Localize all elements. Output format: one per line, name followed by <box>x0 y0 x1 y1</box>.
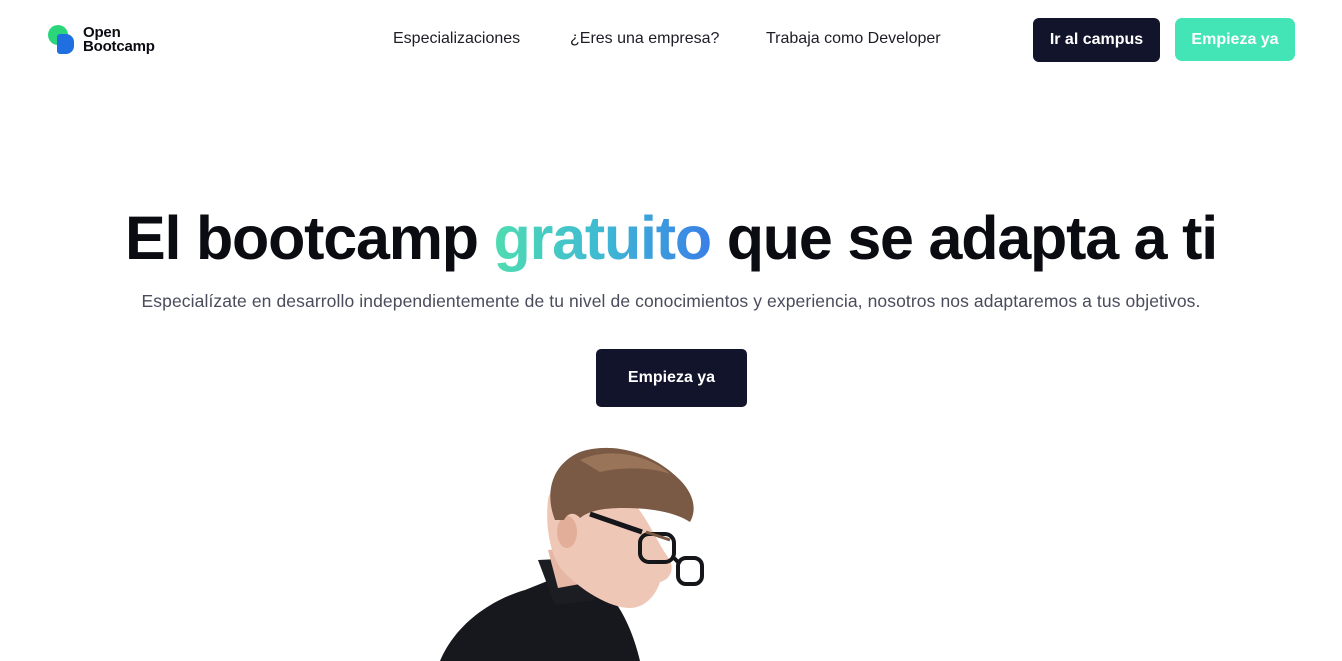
site-header: Open Bootcamp Especializaciones ¿Eres un… <box>0 0 1342 82</box>
nav-empresa[interactable]: ¿Eres una empresa? <box>570 30 719 48</box>
landing-page: Open Bootcamp Especializaciones ¿Eres un… <box>0 0 1342 661</box>
hero-subtitle: Especialízate en desarrollo independient… <box>141 291 1201 311</box>
logo-text-line2: Bootcamp <box>83 38 155 55</box>
campus-button[interactable]: Ir al campus <box>1033 18 1160 62</box>
hero-title: El bootcamp gratuito que se adapta a ti <box>0 203 1342 273</box>
nav-especializaciones[interactable]: Especializaciones <box>393 30 520 48</box>
logo[interactable]: Open Bootcamp <box>47 23 155 57</box>
header-start-button[interactable]: Empieza ya <box>1175 18 1295 61</box>
hero-title-highlight: gratuito <box>493 204 713 272</box>
hero-title-before: El bootcamp <box>124 204 494 272</box>
open-bootcamp-logo-icon <box>47 24 77 56</box>
logo-text: Open Bootcamp <box>83 25 155 55</box>
nav-trabaja-developer[interactable]: Trabaja como Developer <box>766 30 941 48</box>
hero-person-image <box>440 447 704 661</box>
hero-title-after: que se adapta a ti <box>710 204 1219 272</box>
hero-start-button[interactable]: Empieza ya <box>596 349 747 407</box>
